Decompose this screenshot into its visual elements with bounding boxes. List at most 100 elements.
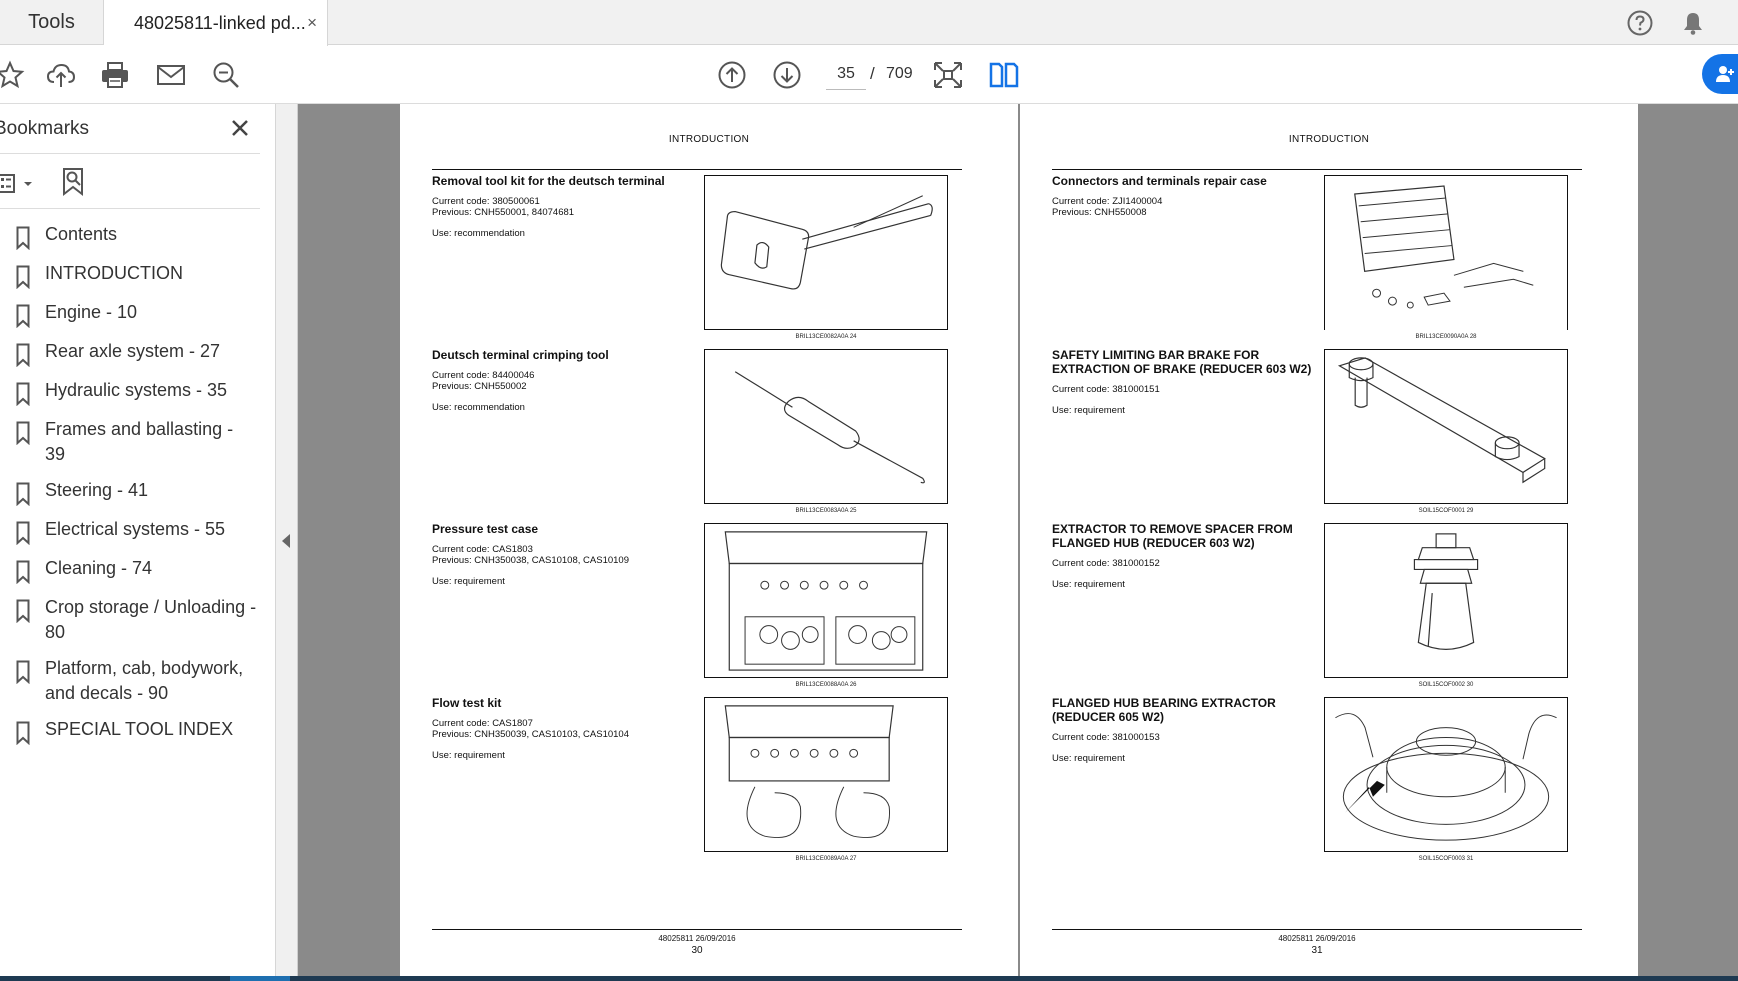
bookmark-item[interactable]: Contents — [0, 217, 262, 256]
tool-entry: Connectors and terminals repair case Cur… — [1052, 174, 1314, 218]
flow-test-kit-drawing — [724, 705, 894, 838]
bookmarks-panel: Bookmarks Contents INTRODUCTION Engine -… — [0, 104, 276, 981]
figure-caption: BRIL13CE0088A0A 26 — [795, 682, 857, 688]
page-separator: / — [870, 64, 875, 83]
bookmark-label: Rear axle system - 27 — [45, 341, 221, 361]
tool-title: FLANGED HUB BEARING EXTRACTOR (REDUCER 6… — [1052, 696, 1276, 724]
pressure-test-case-drawing — [724, 531, 928, 671]
total-pages: 709 — [886, 65, 913, 82]
bookmark-label: Crop storage / Unloading - 80 — [45, 597, 257, 642]
tool-entry: Removal tool kit for the deutsch termina… — [432, 174, 694, 239]
spacer-extractor-drawing — [1413, 533, 1479, 650]
tool-figure — [1324, 523, 1568, 678]
help-icon[interactable] — [1626, 9, 1654, 37]
bookmark-icon — [16, 599, 30, 623]
upload-cloud-icon[interactable] — [45, 59, 77, 91]
bookmark-icon — [16, 421, 30, 445]
bookmark-star-icon[interactable] — [0, 59, 26, 91]
tool-current-code: Current code: CAS1807 — [432, 718, 533, 729]
bookmark-item[interactable]: Frames and ballasting - 39 — [0, 412, 262, 473]
bookmark-icon — [16, 304, 30, 328]
tool-use: Use: requirement — [1052, 579, 1125, 590]
bookmark-label: Engine - 10 — [45, 302, 138, 322]
bookmark-item[interactable]: Electrical systems - 55 — [0, 512, 262, 551]
bookmark-label: SPECIAL TOOL INDEX — [45, 719, 234, 739]
bookmark-label: Cleaning - 74 — [45, 558, 153, 578]
bookmark-icon — [16, 721, 30, 745]
tool-entry: EXTRACTOR TO REMOVE SPACER FROM FLANGED … — [1052, 522, 1314, 590]
bookmark-icon — [16, 521, 30, 545]
two-page-view-icon[interactable] — [988, 59, 1020, 91]
tool-entry: SAFETY LIMITING BAR BRAKE FOR EXTRACTION… — [1052, 348, 1314, 416]
tool-title: Flow test kit — [432, 696, 502, 710]
tool-previous-code: Previous: CNH550002 — [432, 381, 527, 392]
bookmark-label: Electrical systems - 55 — [45, 519, 226, 539]
tool-use: Use: recommendation — [432, 228, 525, 239]
figure-caption: BRIL13CE0090A0A 28 — [1415, 334, 1477, 340]
share-button[interactable] — [1702, 54, 1738, 94]
tab-tools-label: Tools — [28, 11, 75, 33]
figure-caption: SOIL15COF0001 29 — [1418, 508, 1474, 514]
tab-bar: Tools 48025811-linked pd... × — [0, 0, 1738, 46]
close-icon[interactable] — [228, 116, 252, 140]
bookmark-item[interactable]: Engine - 10 — [0, 295, 262, 334]
tab-document-label: 48025811-linked pd... — [134, 12, 306, 33]
page-number-input[interactable] — [826, 58, 866, 90]
bookmark-label: Hydraulic systems - 35 — [45, 380, 228, 400]
email-icon[interactable] — [155, 59, 187, 91]
user-add-icon — [1716, 66, 1734, 82]
tool-title: Connectors and terminals repair case — [1052, 174, 1267, 188]
fit-page-icon[interactable] — [932, 59, 964, 91]
bookmark-item[interactable]: Platform, cab, bodywork, and decals - 90 — [0, 651, 262, 712]
zoom-search-icon[interactable] — [210, 59, 242, 91]
tool-title: SAFETY LIMITING BAR BRAKE FOR EXTRACTION… — [1052, 348, 1312, 376]
bookmark-item[interactable]: SPECIAL TOOL INDEX — [0, 712, 262, 751]
bookmarks-title: Bookmarks — [0, 118, 90, 139]
find-bookmark-icon[interactable] — [60, 166, 88, 198]
tool-previous-code: Previous: CNH350039, CAS10103, CAS10104 — [432, 729, 629, 740]
notifications-bell-icon[interactable] — [1679, 9, 1707, 37]
bookmark-item[interactable]: Cleaning - 74 — [0, 551, 262, 590]
bookmark-icon — [16, 226, 30, 250]
bookmark-options-icon[interactable] — [0, 168, 40, 200]
bookmark-item[interactable]: Hydraulic systems - 35 — [0, 373, 262, 412]
tool-current-code: Current code: 380500061 — [432, 196, 540, 207]
toolbar: / 709 — [0, 46, 1738, 104]
bookmark-item[interactable]: INTRODUCTION — [0, 256, 262, 295]
tool-figure — [704, 349, 948, 504]
collapse-arrow-icon — [282, 534, 290, 548]
tool-figure — [704, 523, 948, 678]
tool-current-code: Current code: 381000151 — [1052, 384, 1160, 395]
document-page-left: INTRODUCTION Removal tool kit for the de… — [400, 104, 1018, 976]
bookmark-item[interactable]: Rear axle system - 27 — [0, 334, 262, 373]
tool-entry: FLANGED HUB BEARING EXTRACTOR (REDUCER 6… — [1052, 696, 1314, 764]
previous-page-icon[interactable] — [716, 59, 748, 91]
tab-tools[interactable]: Tools — [0, 0, 104, 45]
bookmark-item[interactable]: Steering - 41 — [0, 473, 262, 512]
tool-current-code: Current code: 84400046 — [432, 370, 535, 381]
repair-case-drawing — [1354, 185, 1534, 309]
next-page-icon[interactable] — [771, 59, 803, 91]
figure-caption: BRIL13CE0082A0A 24 — [795, 334, 857, 340]
tool-use: Use: requirement — [1052, 753, 1125, 764]
bookmarks-divider — [0, 153, 260, 154]
bookmark-icon — [16, 343, 30, 367]
document-viewport[interactable]: INTRODUCTION Removal tool kit for the de… — [298, 104, 1738, 976]
header-rule — [432, 169, 962, 170]
bookmark-list: Contents INTRODUCTION Engine - 10 Rear a… — [0, 217, 262, 751]
print-icon[interactable] — [99, 59, 131, 91]
hub-bearing-extractor-drawing — [1335, 713, 1557, 841]
tab-document[interactable]: 48025811-linked pd... × — [104, 0, 328, 46]
footer-rule — [1052, 929, 1582, 930]
tool-figure — [1324, 175, 1568, 330]
collapse-panel-handle[interactable] — [276, 104, 298, 981]
bookmark-icon — [16, 382, 30, 406]
tool-entry: Pressure test case Current code: CAS1803… — [432, 522, 694, 587]
close-tab-icon[interactable]: × — [307, 13, 317, 33]
tool-current-code: Current code: ZJI1400004 — [1052, 196, 1163, 207]
bookmark-item[interactable]: Crop storage / Unloading - 80 — [0, 590, 262, 651]
tool-current-code: Current code: 381000153 — [1052, 732, 1160, 743]
tool-figure — [704, 697, 948, 852]
header-rule — [1052, 169, 1582, 170]
bookmarks-divider — [0, 208, 260, 209]
